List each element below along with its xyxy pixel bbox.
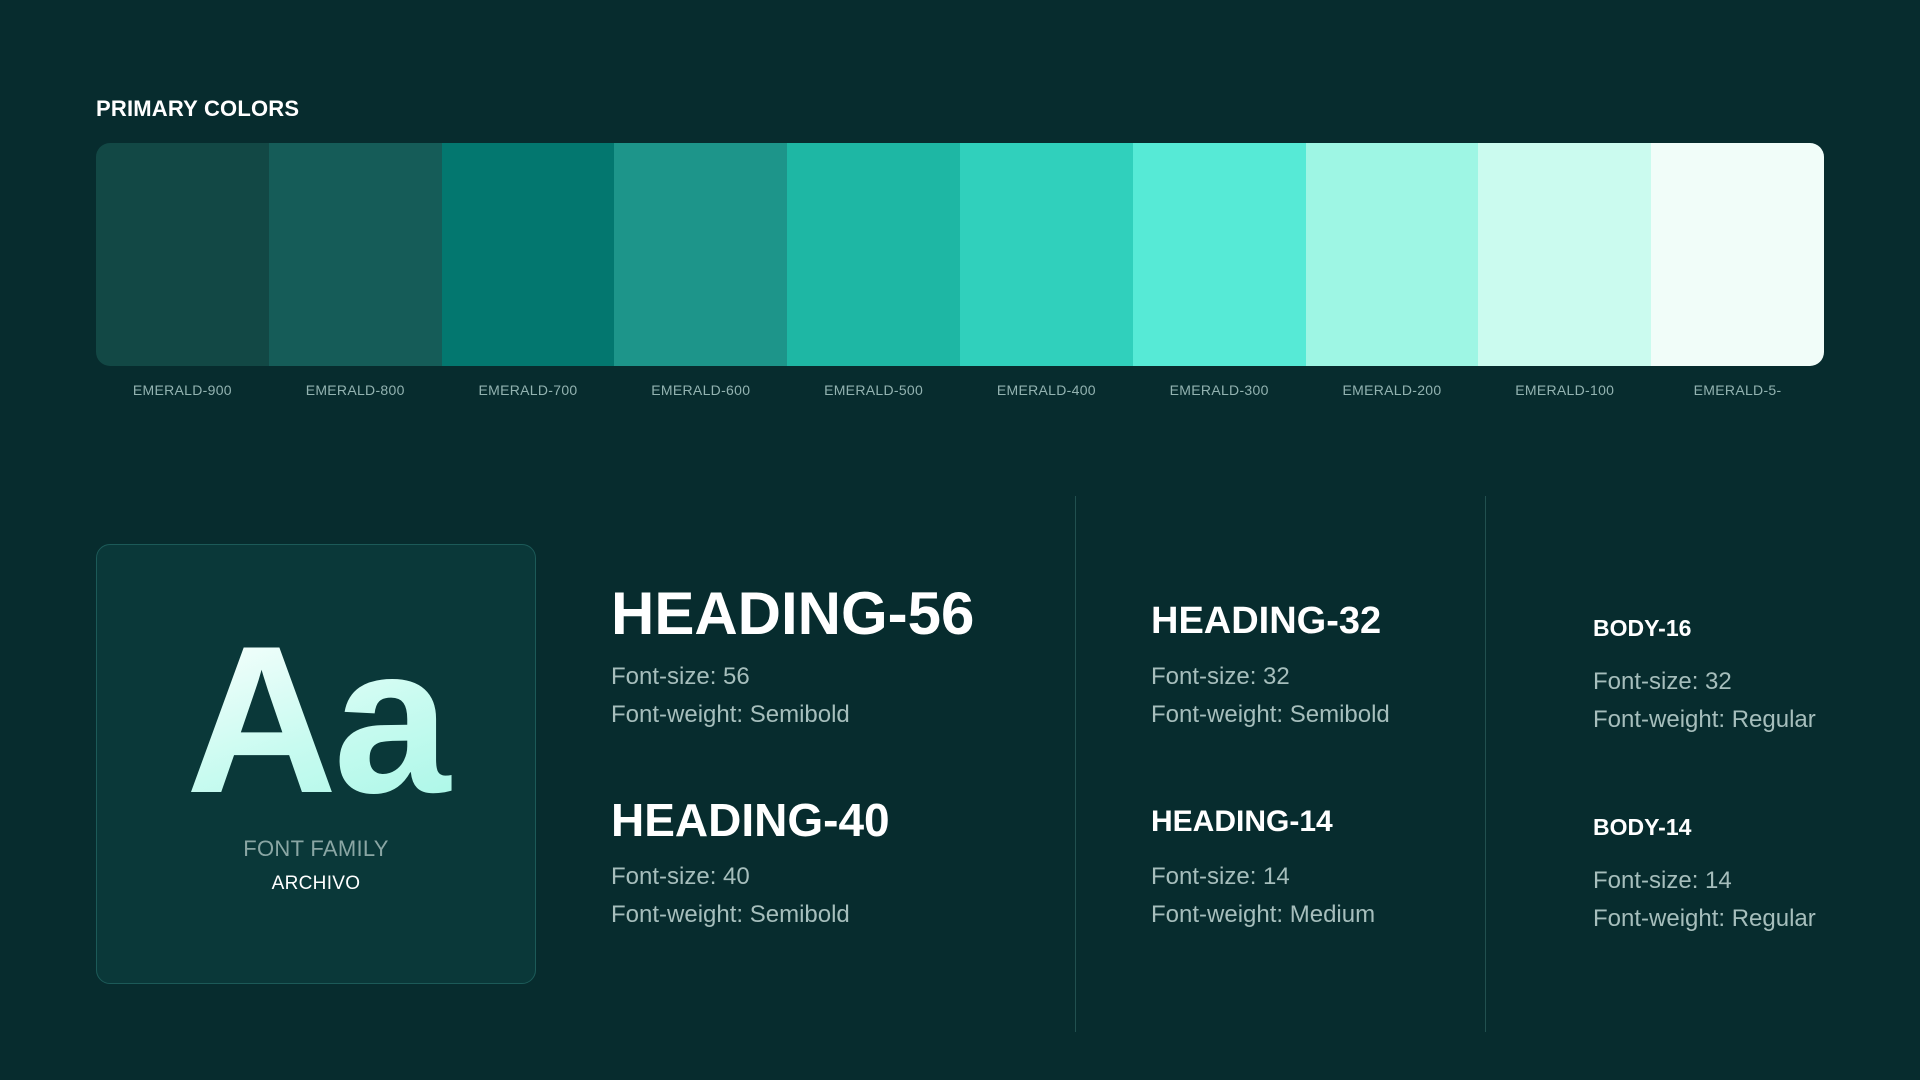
- type-font-size: Font-size: 14: [1593, 867, 1732, 894]
- type-name: BODY-14: [1593, 814, 1692, 840]
- swatch-label: EMERALD-100: [1515, 382, 1615, 398]
- swatch-emerald-700: [441, 143, 615, 366]
- type-font-weight: Font-weight: Regular: [1593, 706, 1816, 733]
- swatch-emerald-300: [1132, 143, 1306, 366]
- type-font-weight: Font-weight: Medium: [1151, 901, 1376, 928]
- swatch-label: EMERALD-800: [305, 382, 405, 398]
- type-name: HEADING-56: [611, 580, 975, 647]
- swatch-label: EMERALD-900: [132, 382, 232, 398]
- type-spec-heading-40: HEADING-40 Font-size: 40 Font-weight: Se…: [611, 794, 890, 934]
- type-font-size: Font-size: 56: [611, 663, 750, 690]
- type-spec-heading-32: HEADING-32 Font-size: 32 Font-weight: Se…: [1151, 599, 1390, 734]
- font-family-card: Aa FONT FAMILY ARCHIVO: [96, 544, 536, 984]
- swatch-label: EMERALD-500: [824, 382, 924, 398]
- type-name: BODY-16: [1593, 615, 1692, 641]
- swatch-emerald-500: [787, 143, 960, 366]
- swatch-emerald-400: [959, 143, 1133, 366]
- type-font-size: Font-size: 32: [1593, 668, 1732, 695]
- type-spec-heading-14: HEADING-14 Font-size: 14 Font-weight: Me…: [1151, 804, 1375, 934]
- color-palette: [96, 143, 1824, 366]
- swatch-labels: EMERALD-900 EMERALD-800 EMERALD-700 EMER…: [96, 382, 1824, 398]
- style-guide-page: PRIMARY COLORS EMERALD-900 EMERALD-800 E…: [0, 0, 1920, 1080]
- swatch-emerald-600: [614, 143, 788, 366]
- type-font-size: Font-size: 40: [611, 863, 750, 890]
- swatch-emerald-800: [268, 143, 442, 366]
- type-name: HEADING-40: [611, 794, 890, 846]
- swatch-label: EMERALD-700: [478, 382, 578, 398]
- swatch-emerald-200: [1305, 143, 1479, 366]
- column-divider: [1485, 496, 1486, 1032]
- column-divider: [1075, 496, 1076, 1032]
- type-spec-body-16: BODY-16 Font-size: 32 Font-weight: Regul…: [1593, 614, 1816, 739]
- type-font-size: Font-size: 32: [1151, 663, 1290, 690]
- swatch-emerald-100: [1478, 143, 1652, 366]
- type-name: HEADING-32: [1151, 600, 1382, 642]
- type-font-weight: Font-weight: Semibold: [611, 901, 850, 928]
- swatch-label: EMERALD-600: [651, 382, 751, 398]
- swatch-label: EMERALD-200: [1342, 382, 1442, 398]
- font-family-value: ARCHIVO: [271, 873, 361, 894]
- swatch-emerald-5: [1651, 143, 1824, 366]
- font-family-label: FONT FAMILY: [243, 836, 389, 861]
- type-font-weight: Font-weight: Semibold: [1151, 701, 1390, 728]
- primary-colors-title: PRIMARY COLORS: [96, 96, 300, 121]
- font-sample-glyphs: Aa: [97, 615, 535, 825]
- swatch-label: EMERALD-300: [1169, 382, 1269, 398]
- swatch-emerald-900: [96, 143, 269, 366]
- type-font-weight: Font-weight: Regular: [1593, 905, 1816, 932]
- type-spec-body-14: BODY-14 Font-size: 14 Font-weight: Regul…: [1593, 813, 1816, 938]
- type-font-size: Font-size: 14: [1151, 863, 1290, 890]
- swatch-label: EMERALD-400: [996, 382, 1096, 398]
- swatch-label: EMERALD-5-: [1693, 382, 1782, 398]
- type-font-weight: Font-weight: Semibold: [611, 701, 850, 728]
- type-name: HEADING-14: [1151, 805, 1333, 838]
- type-spec-heading-56: HEADING-56 Font-size: 56 Font-weight: Se…: [611, 580, 974, 734]
